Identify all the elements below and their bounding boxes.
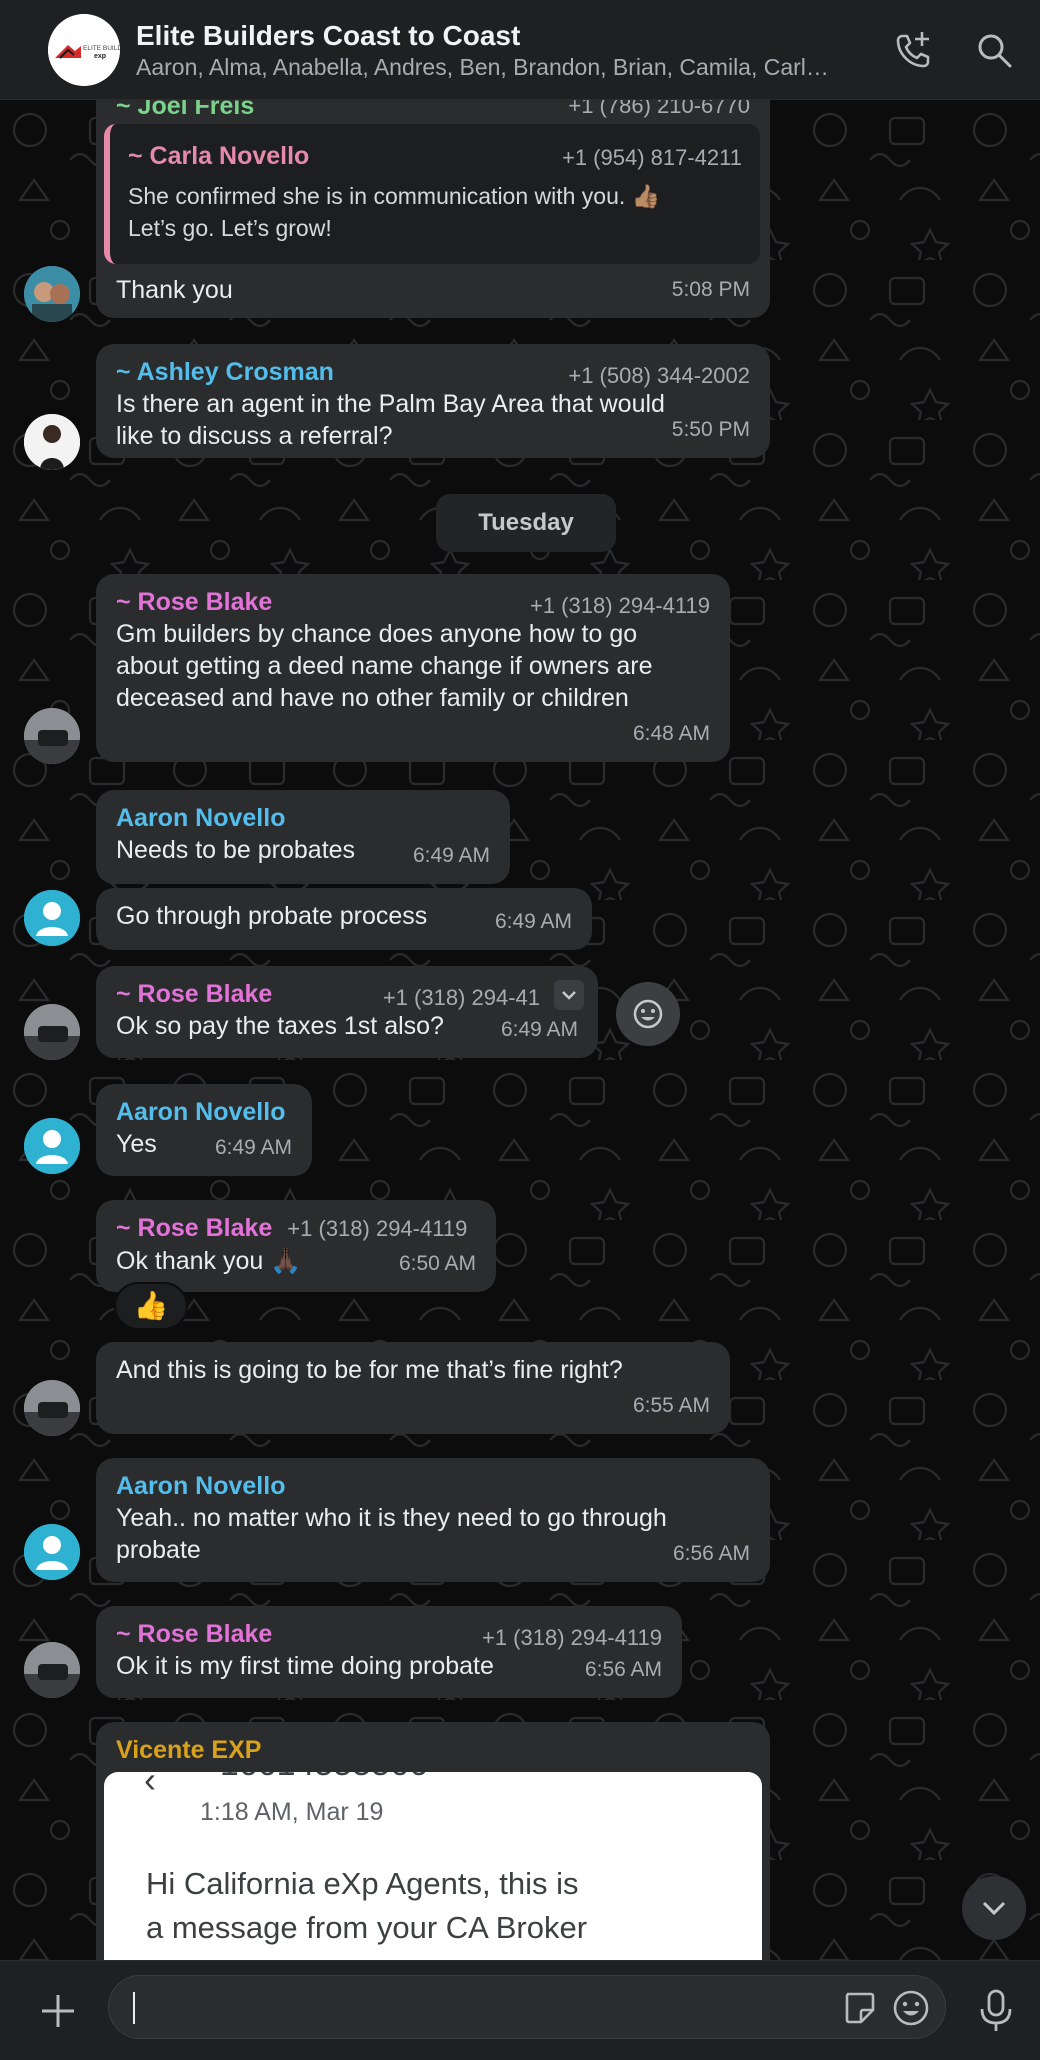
message-bubble[interactable]: ~ Rose Blake +1 (318) 294-41 Ok so pay t…	[96, 966, 598, 1058]
sender-phone: +1 (318) 294-41	[382, 985, 540, 1010]
sender-name: Aaron Novello	[116, 1098, 286, 1126]
message-text: And this is going to be for me that’s fi…	[116, 1356, 623, 1384]
message-bubble[interactable]: And this is going to be for me that’s fi…	[96, 1342, 730, 1434]
message-bubble[interactable]: ~ Rose Blake +1 (318) 294-4119 Ok thank …	[96, 1200, 496, 1292]
quoted-sender: ~ Carla Novello	[128, 142, 310, 170]
sender-phone: +1 (508) 344-2002	[568, 363, 750, 388]
sms-text: Hi California eXp Agents, this is	[146, 1866, 579, 1901]
sender-phone: +1 (318) 294-4119	[481, 1625, 662, 1650]
chevron-down-icon	[982, 1901, 1006, 1916]
logo-text: ELITE BUILDERS	[83, 45, 120, 52]
message-input[interactable]	[108, 1975, 946, 2039]
message-text: probate	[116, 1536, 201, 1564]
sender-name: ~ Joel Freis	[116, 100, 255, 120]
message-time: 6:50 AM	[398, 1252, 476, 1275]
group-members[interactable]: Aaron, Alma, Anabella, Andres, Ben, Bran…	[136, 54, 876, 81]
sms-date: 1:18 AM, Mar 19	[200, 1798, 384, 1826]
reaction-badge[interactable]: 👍	[114, 1282, 188, 1330]
message-list[interactable]: ~ Joel Freis +1 (786) 210-6770 ~ Carla N…	[0, 100, 1040, 1960]
chevron-down-icon[interactable]	[554, 980, 584, 1010]
message-text: Gm builders by chance does anyone how to…	[116, 620, 638, 648]
avatar[interactable]	[24, 1524, 80, 1580]
message-time: 6:48 AM	[632, 722, 710, 745]
sms-sender-number: +16614555566	[200, 1772, 428, 1781]
message-bubble[interactable]: Aaron Novello Needs to be probates 6:49 …	[96, 790, 510, 884]
emoji-icon[interactable]	[616, 982, 680, 1046]
date-divider: Tuesday	[436, 494, 616, 552]
message-time: 6:55 AM	[632, 1394, 710, 1417]
message-text: Ok it is my first time doing probate	[116, 1652, 494, 1680]
quoted-text: She confirmed she is in communication wi…	[128, 183, 661, 209]
sender-name: Aaron Novello	[116, 1472, 286, 1500]
avatar[interactable]	[24, 1642, 80, 1698]
message-time: 5:08 PM	[671, 278, 750, 301]
sender-name: Aaron Novello	[116, 804, 286, 832]
message-time: 5:50 PM	[671, 418, 750, 441]
message-bubble[interactable]: ~ Rose Blake +1 (318) 294-4119 Gm builde…	[96, 574, 730, 762]
sender-phone: +1 (786) 210-6770	[568, 100, 750, 118]
mic-icon[interactable]	[976, 1987, 1016, 2040]
message-bubble[interactable]: ~ Ashley Crosman +1 (508) 344-2002 Is th…	[96, 344, 770, 458]
message-bubble[interactable]: Aaron Novello Yeah.. no matter who it is…	[96, 1458, 770, 1582]
search-icon[interactable]	[972, 28, 1016, 72]
quoted-text: Let’s go. Let’s grow!	[128, 215, 332, 241]
message-text: Thank you	[116, 276, 233, 304]
quoted-message[interactable]: ~ Carla Novello +1 (954) 817-4211 She co…	[104, 124, 760, 264]
group-avatar[interactable]: ELITE BUILDERS exp	[48, 14, 120, 86]
image-attachment[interactable]: ‹ +16614555566 1:18 AM, Mar 19 Hi Califo…	[104, 1772, 762, 1960]
message-bubble[interactable]: ~ Joel Freis +1 (786) 210-6770 ~ Carla N…	[96, 100, 770, 318]
avatar[interactable]	[24, 708, 80, 764]
quoted-phone: +1 (954) 817-4211	[561, 145, 742, 170]
avatar[interactable]	[24, 266, 80, 322]
sender-phone: +1 (318) 294-4119	[287, 1216, 468, 1241]
svg-text:exp: exp	[94, 53, 106, 60]
message-bubble[interactable]: ~ Rose Blake +1 (318) 294-4119 Ok it is …	[96, 1606, 682, 1698]
avatar[interactable]	[24, 890, 80, 946]
sender-name: ~ Rose Blake	[116, 1214, 273, 1242]
add-call-icon[interactable]	[892, 28, 936, 72]
sender-phone: +1 (318) 294-4119	[529, 593, 710, 618]
avatar[interactable]	[24, 1380, 80, 1436]
message-bubble[interactable]: Go through probate process 6:49 AM	[96, 888, 592, 950]
chevron-left-icon: ‹	[144, 1772, 156, 1800]
message-text: like to discuss a referral?	[116, 422, 393, 450]
message-bubble[interactable]: Aaron Novello Yes 6:49 AM	[96, 1084, 312, 1176]
message-time: 6:49 AM	[500, 1018, 578, 1041]
plus-icon[interactable]	[36, 1989, 80, 2038]
message-text: Is there an agent in the Palm Bay Area t…	[116, 390, 665, 418]
composer	[0, 1960, 1040, 2060]
message-time: 6:56 AM	[584, 1658, 662, 1681]
message-text: about getting a deed name change if owne…	[116, 652, 653, 680]
avatar[interactable]	[24, 1004, 80, 1060]
message-time: 6:49 AM	[494, 910, 572, 933]
group-title[interactable]: Elite Builders Coast to Coast	[136, 20, 520, 52]
sender-name: Vicente EXP	[116, 1736, 262, 1764]
message-bubble[interactable]: Vicente EXP ‹ +16614555566 1:18 AM, Mar …	[96, 1722, 770, 1960]
avatar[interactable]	[24, 414, 80, 470]
scroll-down-button[interactable]	[962, 1876, 1026, 1940]
avatar[interactable]	[24, 1118, 80, 1174]
message-text: deceased and have no other family or chi…	[116, 684, 629, 712]
message-time: 6:49 AM	[214, 1136, 292, 1159]
message-time: 6:56 AM	[672, 1542, 750, 1565]
message-time: 6:49 AM	[412, 844, 490, 867]
sms-text: a message from your CA Broker	[146, 1910, 588, 1945]
emoji-icon[interactable]	[891, 1988, 931, 2033]
message-text: Yeah.. no matter who it is they need to …	[116, 1504, 667, 1532]
text-caret	[133, 1992, 135, 2024]
sticker-icon[interactable]	[839, 1988, 879, 2033]
chat-header[interactable]: ELITE BUILDERS exp Elite Builders Coast …	[0, 0, 1040, 100]
